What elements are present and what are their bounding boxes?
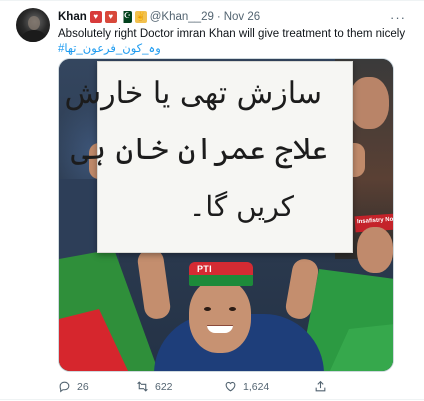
separator-dot: · — [216, 11, 221, 23]
victory-hand-emoji: ✌ — [134, 11, 147, 23]
placard-line: سازش تھی یا خارش — [64, 76, 322, 111]
cap-text: PTI — [197, 264, 212, 274]
hashtag-link[interactable]: #وہ_کون_فرعون_تھا — [58, 42, 161, 56]
retweet-button[interactable]: 622 — [136, 380, 173, 393]
share-button[interactable] — [314, 380, 327, 393]
man-face — [189, 279, 251, 353]
tweet-date[interactable]: Nov 26 — [224, 11, 260, 23]
tweet-card[interactable]: Khan ♥ ♥ ✌ @Khan__29 · Nov 26 ··· Absolu… — [0, 0, 424, 401]
retweet-count: 622 — [155, 380, 173, 393]
display-name[interactable]: Khan — [58, 11, 87, 23]
reply-button[interactable]: 26 — [58, 380, 89, 393]
protest-placard: سازش تھی یا خارش علاج عمران خان ہی کریں … — [65, 61, 353, 253]
reply-icon — [59, 381, 70, 393]
reply-count: 26 — [77, 380, 89, 393]
divider — [0, 0, 424, 1]
tweet-photo[interactable]: Insafistry No PTI سازش تھی یا خارش علاج … — [58, 58, 394, 372]
placard-line: علاج عمران خان ہی — [70, 132, 328, 167]
heart-emoji: ♥ — [104, 11, 117, 23]
more-icon[interactable]: ··· — [390, 10, 406, 25]
crowd-face — [349, 77, 389, 129]
tweet-header: Khan ♥ ♥ ✌ @Khan__29 · Nov 26 — [58, 10, 260, 24]
retweet-icon — [137, 381, 148, 392]
avatar-body — [22, 30, 46, 42]
crowd-face — [357, 227, 393, 273]
like-count: 1,624 — [243, 380, 270, 393]
smile — [207, 325, 233, 333]
placard-line: کریں گا۔ — [188, 190, 294, 223]
avatar[interactable] — [16, 8, 50, 42]
share-icon — [315, 380, 326, 392]
user-handle[interactable]: @Khan__29 — [150, 11, 214, 23]
eye — [204, 307, 211, 311]
tweet-text: Absolutely right Doctor imran Khan will … — [58, 28, 406, 40]
divider — [0, 399, 424, 400]
tweet-actions: 26 622 1,624 — [58, 380, 408, 394]
like-button[interactable]: 1,624 — [224, 380, 269, 393]
like-icon — [225, 381, 236, 392]
avatar-face — [28, 16, 40, 30]
eye — [229, 307, 236, 311]
heart-emoji: ♥ — [89, 11, 102, 23]
pakistan-flag-emoji — [119, 10, 132, 23]
